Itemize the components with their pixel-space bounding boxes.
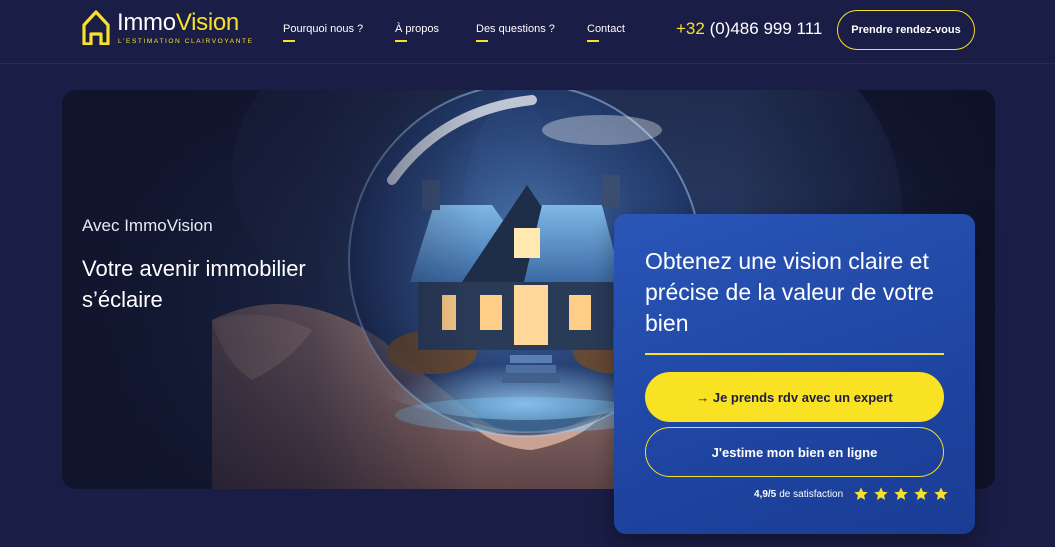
house-logo-icon [82,10,110,45]
nav-des-questions[interactable]: Des questions ? [476,23,555,42]
book-appointment-button[interactable]: Prendre rendez-vous [837,10,975,50]
star-icon [874,487,888,500]
nav-contact[interactable]: Contact [587,23,625,42]
site-header: ImmoVision L'ESTIMATION CLAIRVOYANTE Pou… [0,0,1055,64]
satisfaction-rating: 4,9/5 de satisfaction [754,486,949,502]
online-estimate-button[interactable]: J'estime mon bien en ligne [645,427,944,477]
star-icon [854,487,868,500]
star-icon [914,487,928,500]
logo-name: ImmoVision [117,9,239,36]
rating-stars [849,486,949,502]
logo-tagline: L'ESTIMATION CLAIRVOYANTE [118,38,254,45]
hero-eyebrow: Avec ImmoVision [82,216,213,235]
expert-appointment-button[interactable]: → Je prends rdv avec un expert [645,372,944,422]
card-title: Obtenez une vision claire et précise de … [645,248,934,336]
nav-a-propos[interactable]: À propos [395,23,439,42]
phone-number[interactable]: +32 (0)486 999 111 [676,19,822,39]
estimation-card: Obtenez une vision claire et précise de … [614,214,975,534]
hero-title: Votre avenir immobilier s’éclaire [82,256,306,312]
nav-pourquoi-nous[interactable]: Pourquoi nous ? [283,23,363,42]
rating-score: 4,9/5 [754,488,777,500]
star-icon [934,487,948,500]
rating-label: de satisfaction [779,488,844,500]
card-divider [645,353,944,355]
star-icon [894,487,908,500]
logo[interactable]: ImmoVision L'ESTIMATION CLAIRVOYANTE [82,8,252,48]
